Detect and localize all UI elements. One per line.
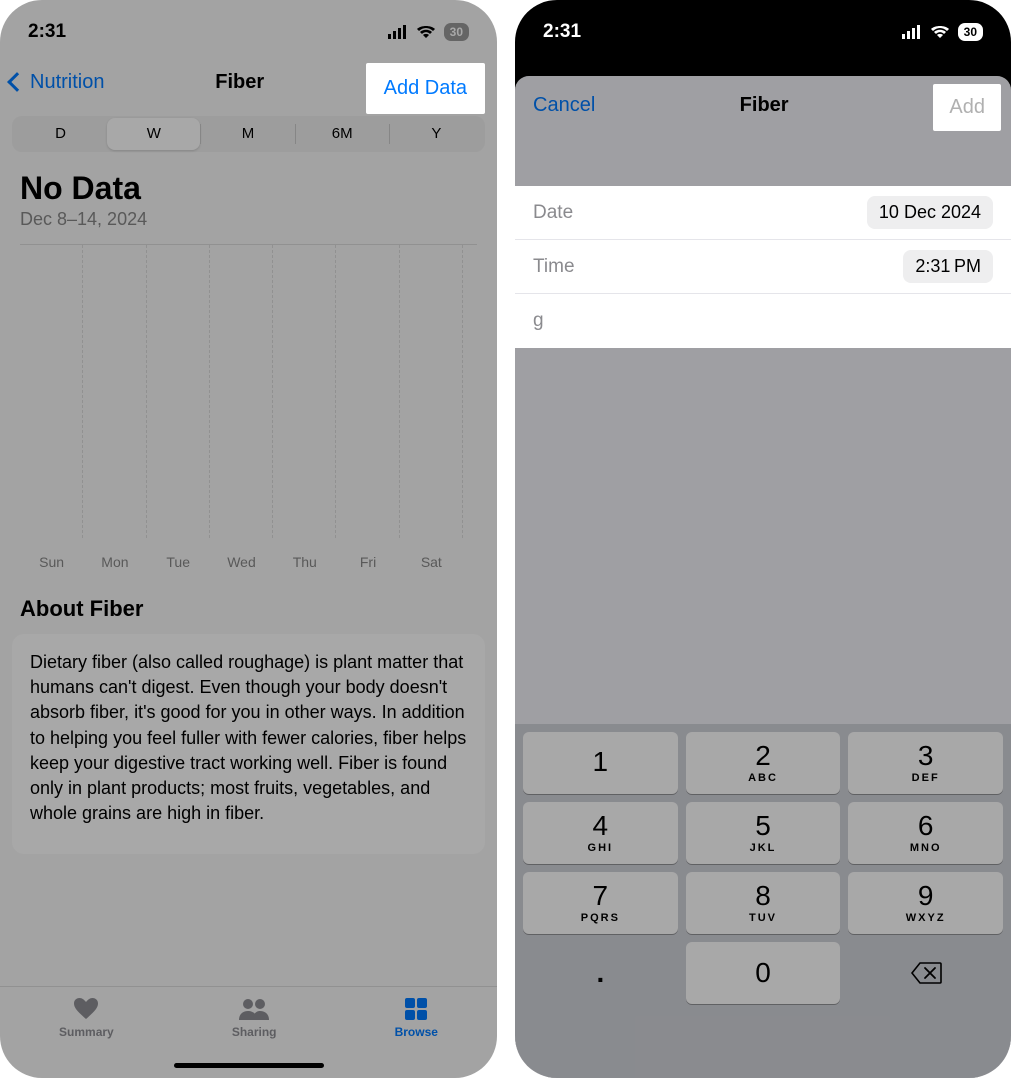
about-body: Dietary fiber (also called roughage) is … [12,634,485,854]
tab-summary[interactable]: Summary [59,997,114,1039]
key-6[interactable]: 6MNO [848,802,1003,864]
time-value[interactable]: 2:31 PM [903,250,993,283]
about-section: About Fiber Dietary fiber (also called r… [12,596,485,854]
status-time: 2:31 [28,21,66,43]
tab-label: Summary [59,1025,114,1039]
value-row[interactable]: g [515,294,1011,348]
status-bar: 2:31 30 [0,0,497,54]
cellular-icon [388,25,408,39]
backspace-icon [910,961,942,985]
tab-browse[interactable]: Browse [395,997,438,1039]
time-range-segmented-control[interactable]: D W M 6M Y [12,116,485,152]
back-button[interactable]: Nutrition [10,71,104,94]
add-data-button[interactable]: Add Data [366,63,485,114]
key-dot[interactable]: . [523,942,678,1004]
cellular-icon [902,25,922,39]
chart-heading: No Data [20,170,477,207]
key-delete[interactable] [848,942,1003,1004]
phone-right: 2:31 30 Cancel Fiber Date 10 Dec [515,0,1011,1078]
battery-icon: 30 [444,23,469,41]
wifi-icon [416,25,436,39]
people-icon [238,997,270,1021]
tab-sharing[interactable]: Sharing [232,997,277,1039]
key-8[interactable]: 8TUV [686,872,841,934]
chart-area: No Data Dec 8–14, 2024 Sun Mon Tue Wed T… [0,162,497,580]
chevron-left-icon [7,72,27,92]
add-button[interactable]: Add [933,84,1001,131]
key-9[interactable]: 9WXYZ [848,872,1003,934]
key-5[interactable]: 5JKL [686,802,841,864]
chart-day-label: Tue [147,554,210,570]
numeric-keypad: 1 2ABC 3DEF 4GHI 5JKL 6MNO 7PQRS 8TUV 9W… [515,724,1011,1078]
chart-box: Sun Mon Tue Wed Thu Fri Sat [20,244,477,574]
cancel-button[interactable]: Cancel [533,94,595,117]
time-label: Time [533,256,575,278]
add-data-sheet: Cancel Fiber Date 10 Dec 2024 Time 2:31 … [515,76,1011,1078]
key-2[interactable]: 2ABC [686,732,841,794]
status-time: 2:31 [543,21,581,43]
tab-label: Browse [395,1025,438,1039]
date-row[interactable]: Date 10 Dec 2024 [515,186,1011,240]
page-title: Fiber [215,71,264,94]
wifi-icon [930,25,950,39]
unit-label: g [533,310,544,332]
segment-day[interactable]: D [14,118,107,150]
home-indicator[interactable] [174,1063,324,1068]
segment-year[interactable]: Y [390,118,483,150]
segment-month[interactable]: M [201,118,294,150]
tab-label: Sharing [232,1025,277,1039]
sheet-title: Fiber [740,94,789,117]
chart-day-label: Sat [400,554,463,570]
heart-icon [72,997,100,1021]
status-bar: 2:31 30 [515,0,1011,54]
chart-day-label: Fri [336,554,399,570]
battery-icon: 30 [958,23,983,41]
key-1[interactable]: 1 [523,732,678,794]
segment-6month[interactable]: 6M [296,118,389,150]
chart-date-range: Dec 8–14, 2024 [20,209,477,230]
key-4[interactable]: 4GHI [523,802,678,864]
data-entry-form: Date 10 Dec 2024 Time 2:31 PM g [515,186,1011,348]
grid-icon [404,997,428,1021]
key-7[interactable]: 7PQRS [523,872,678,934]
date-label: Date [533,202,573,224]
date-value[interactable]: 10 Dec 2024 [867,196,993,229]
about-title: About Fiber [12,596,485,634]
segment-week[interactable]: W [107,118,200,150]
tab-bar: Summary Sharing Browse [0,986,497,1078]
phone-left: 2:31 30 Nutrition Fiber D W M [0,0,497,1078]
chart-day-label: Sun [20,554,83,570]
key-3[interactable]: 3DEF [848,732,1003,794]
key-0[interactable]: 0 [686,942,841,1004]
chart-day-label: Mon [83,554,146,570]
back-label: Nutrition [30,71,104,94]
chart-day-label: Thu [273,554,336,570]
time-row[interactable]: Time 2:31 PM [515,240,1011,294]
chart-day-label: Wed [210,554,273,570]
